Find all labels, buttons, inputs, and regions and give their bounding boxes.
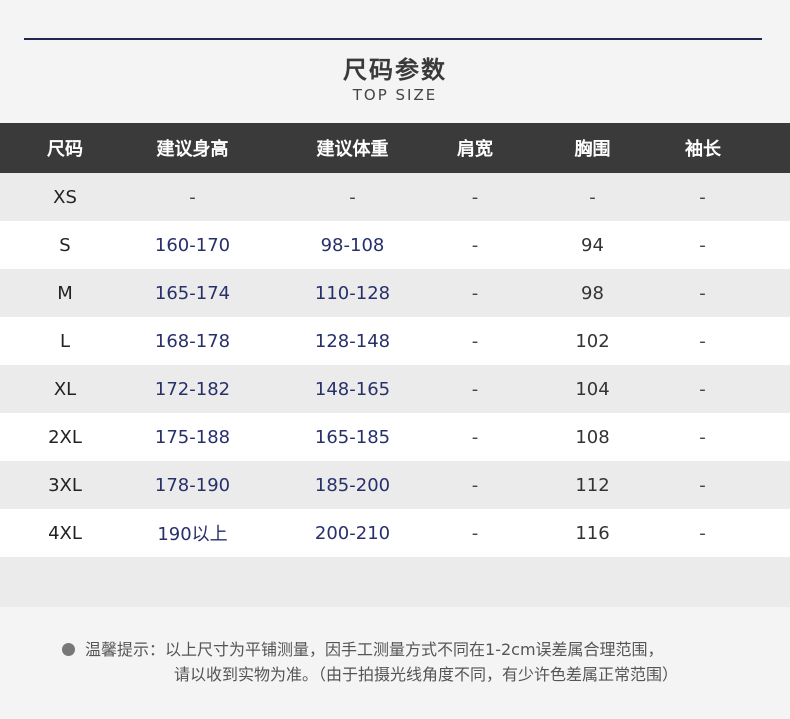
cell-height: 190以上 [157, 524, 228, 545]
table-row: 3XL 178-190 185-200 - 112 - [0, 461, 790, 509]
cell-shoulder: - [471, 474, 479, 496]
cell-chest: 116 [575, 522, 610, 544]
header-chest: 胸围 [574, 139, 611, 160]
cell-size: S [59, 234, 71, 256]
header-size: 尺码 [47, 139, 83, 160]
table-footer-blank [0, 557, 790, 607]
header-sleeve: 袖长 [685, 139, 721, 160]
table-row: XL 172-182 148-165 - 104 - [0, 365, 790, 413]
cell-weight: 98-108 [320, 234, 385, 256]
cell-sleeve: - [699, 522, 706, 544]
cell-shoulder: - [471, 330, 479, 352]
table-row: M 165-174 110-128 - 98 - [0, 269, 790, 317]
cell-height: 172-182 [154, 378, 231, 400]
cell-chest: 94 [581, 234, 604, 256]
cell-weight: - [349, 186, 356, 208]
cell-sleeve: - [699, 426, 706, 448]
cell-chest: 98 [581, 282, 604, 304]
table-row: 4XL 190以上 200-210 - 116 - [0, 509, 790, 557]
cell-weight: 148-165 [314, 378, 391, 400]
top-divider-line [24, 38, 762, 40]
cell-chest: 104 [575, 378, 610, 400]
header-height: 建议身高 [156, 139, 229, 160]
notice-line-1: 温馨提示：以上尺寸为平铺测量，因手工测量方式不同在1-2cm误差属合理范围， [62, 637, 678, 662]
cell-height: 160-170 [154, 234, 231, 256]
cell-size: 2XL [48, 426, 82, 448]
cell-shoulder: - [471, 378, 479, 400]
cell-height: 178-190 [154, 474, 231, 496]
cell-size: L [59, 330, 71, 352]
cell-chest: 102 [575, 330, 610, 352]
cell-sleeve: - [699, 186, 706, 208]
cell-shoulder: - [471, 186, 479, 208]
table-body: XS - - - - - S 160-170 98-108-94- M 165-174 110-128… [0, 173, 790, 557]
cell-sleeve: - [699, 474, 706, 496]
cell-chest: 108 [575, 426, 610, 448]
page-subtitle: TOP SIZE [352, 86, 438, 104]
cell-weight: 185-200 [314, 474, 391, 496]
notice-text-1: 以上尺寸为平铺测量，因手工测量方式不同在1-2cm误差属合理范围， [165, 640, 664, 659]
cell-size: M [57, 282, 73, 304]
cell-shoulder: - [471, 426, 479, 448]
cell-chest: 112 [575, 474, 610, 496]
cell-chest: - [589, 186, 596, 208]
cell-size: XL [53, 378, 77, 400]
cell-weight: 200-210 [314, 522, 391, 544]
cell-sleeve: - [699, 234, 706, 256]
header-shoulder: 肩宽 [457, 139, 493, 160]
cell-height: 165-174 [154, 282, 231, 304]
cell-sleeve: - [699, 282, 706, 304]
cell-sleeve: - [699, 378, 706, 400]
cell-sleeve: - [699, 330, 706, 352]
cell-shoulder: - [471, 234, 479, 256]
page-title: 尺码参数 [343, 56, 447, 84]
cell-size: 4XL [48, 522, 82, 544]
cell-height: 175-188 [154, 426, 231, 448]
table-row: S 160-170 98-108 - 94 - [0, 221, 790, 269]
header-weight: 建议体重 [316, 139, 389, 160]
table-row: 2XL 175-188 165-185 - 108 - [0, 413, 790, 461]
cell-weight: 110-128 [314, 282, 391, 304]
size-table: 尺码 建议身高 建议体重 肩宽 胸围 袖长 XS - - - - - S 160-170 98-… [0, 123, 790, 607]
cell-weight: 165-185 [314, 426, 391, 448]
cell-shoulder: - [471, 522, 479, 544]
cell-height: 168-178 [154, 330, 231, 352]
table-row: L 168-178 128-148 - 102 - [0, 317, 790, 365]
cell-shoulder: - [471, 282, 479, 304]
notice-line-2: 请以收到实物为准。（由于拍摄光线角度不同，有少许色差属正常范围） [174, 665, 679, 684]
table-header-row: 尺码 建议身高 建议体重 肩宽 胸围 袖长 [0, 123, 790, 173]
cell-size: 3XL [48, 474, 82, 496]
cell-weight: 128-148 [314, 330, 391, 352]
table-row: XS - - - - - [0, 173, 790, 221]
bullet-icon [62, 643, 75, 656]
cell-size: XS [53, 186, 77, 208]
notice-label: 温馨提示： [85, 640, 166, 659]
cell-height: - [189, 186, 196, 208]
notice: 温馨提示：以上尺寸为平铺测量，因手工测量方式不同在1-2cm误差属合理范围， 请… [62, 637, 678, 687]
